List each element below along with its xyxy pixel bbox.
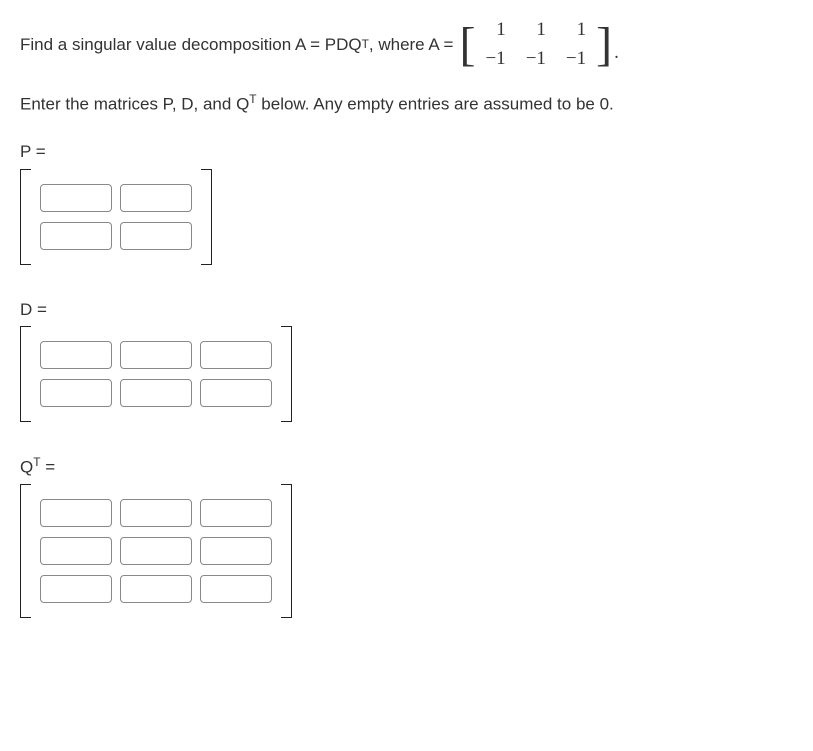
label-D: D = [20,297,793,323]
D-input-0-2[interactable] [200,341,272,369]
matrix-P [20,169,212,265]
problem-text-2: , where A = [369,32,454,58]
QT-input-0-0[interactable] [40,499,112,527]
transpose-sup-1: T [362,36,369,54]
problem-text-1: Find a singular value decomposition A = … [20,32,362,58]
bracket-left [20,169,31,265]
bracket-left [20,484,31,618]
D-input-0-1[interactable] [120,341,192,369]
QT-input-0-2[interactable] [200,499,272,527]
QT-input-2-2[interactable] [200,575,272,603]
P-input-1-1[interactable] [120,222,192,250]
matrix-QT [20,484,292,618]
A-0-2: 1 [556,16,596,45]
A-0-1: 1 [516,16,556,45]
bracket-right [281,326,292,422]
matrix-A: [ 1 1 1 −1 −1 −1 ] [459,16,612,73]
label-P: P = [20,139,793,165]
instruction: Enter the matrices P, D, and QT below. A… [20,91,793,117]
A-1-0: −1 [475,45,515,74]
A-1-1: −1 [516,45,556,74]
A-0-0: 1 [475,16,515,45]
QT-input-2-1[interactable] [120,575,192,603]
P-input-1-0[interactable] [40,222,112,250]
instruction-a: Enter the matrices P, D, and Q [20,95,249,114]
P-input-0-0[interactable] [40,184,112,212]
A-1-2: −1 [556,45,596,74]
QT-input-0-1[interactable] [120,499,192,527]
P-input-0-1[interactable] [120,184,192,212]
bracket-left [20,326,31,422]
transpose-sup-2: T [249,92,256,106]
label-QT: QT = [20,454,793,480]
QT-input-1-1[interactable] [120,537,192,565]
matrix-D [20,326,292,422]
QT-input-2-0[interactable] [40,575,112,603]
D-input-1-2[interactable] [200,379,272,407]
instruction-b: below. Any empty entries are assumed to … [257,95,614,114]
D-input-0-0[interactable] [40,341,112,369]
D-input-1-0[interactable] [40,379,112,407]
QT-input-1-0[interactable] [40,537,112,565]
bracket-right [281,484,292,618]
D-input-1-1[interactable] [120,379,192,407]
bracket-right [201,169,212,265]
QT-input-1-2[interactable] [200,537,272,565]
problem-statement: Find a singular value decomposition A = … [20,16,793,73]
